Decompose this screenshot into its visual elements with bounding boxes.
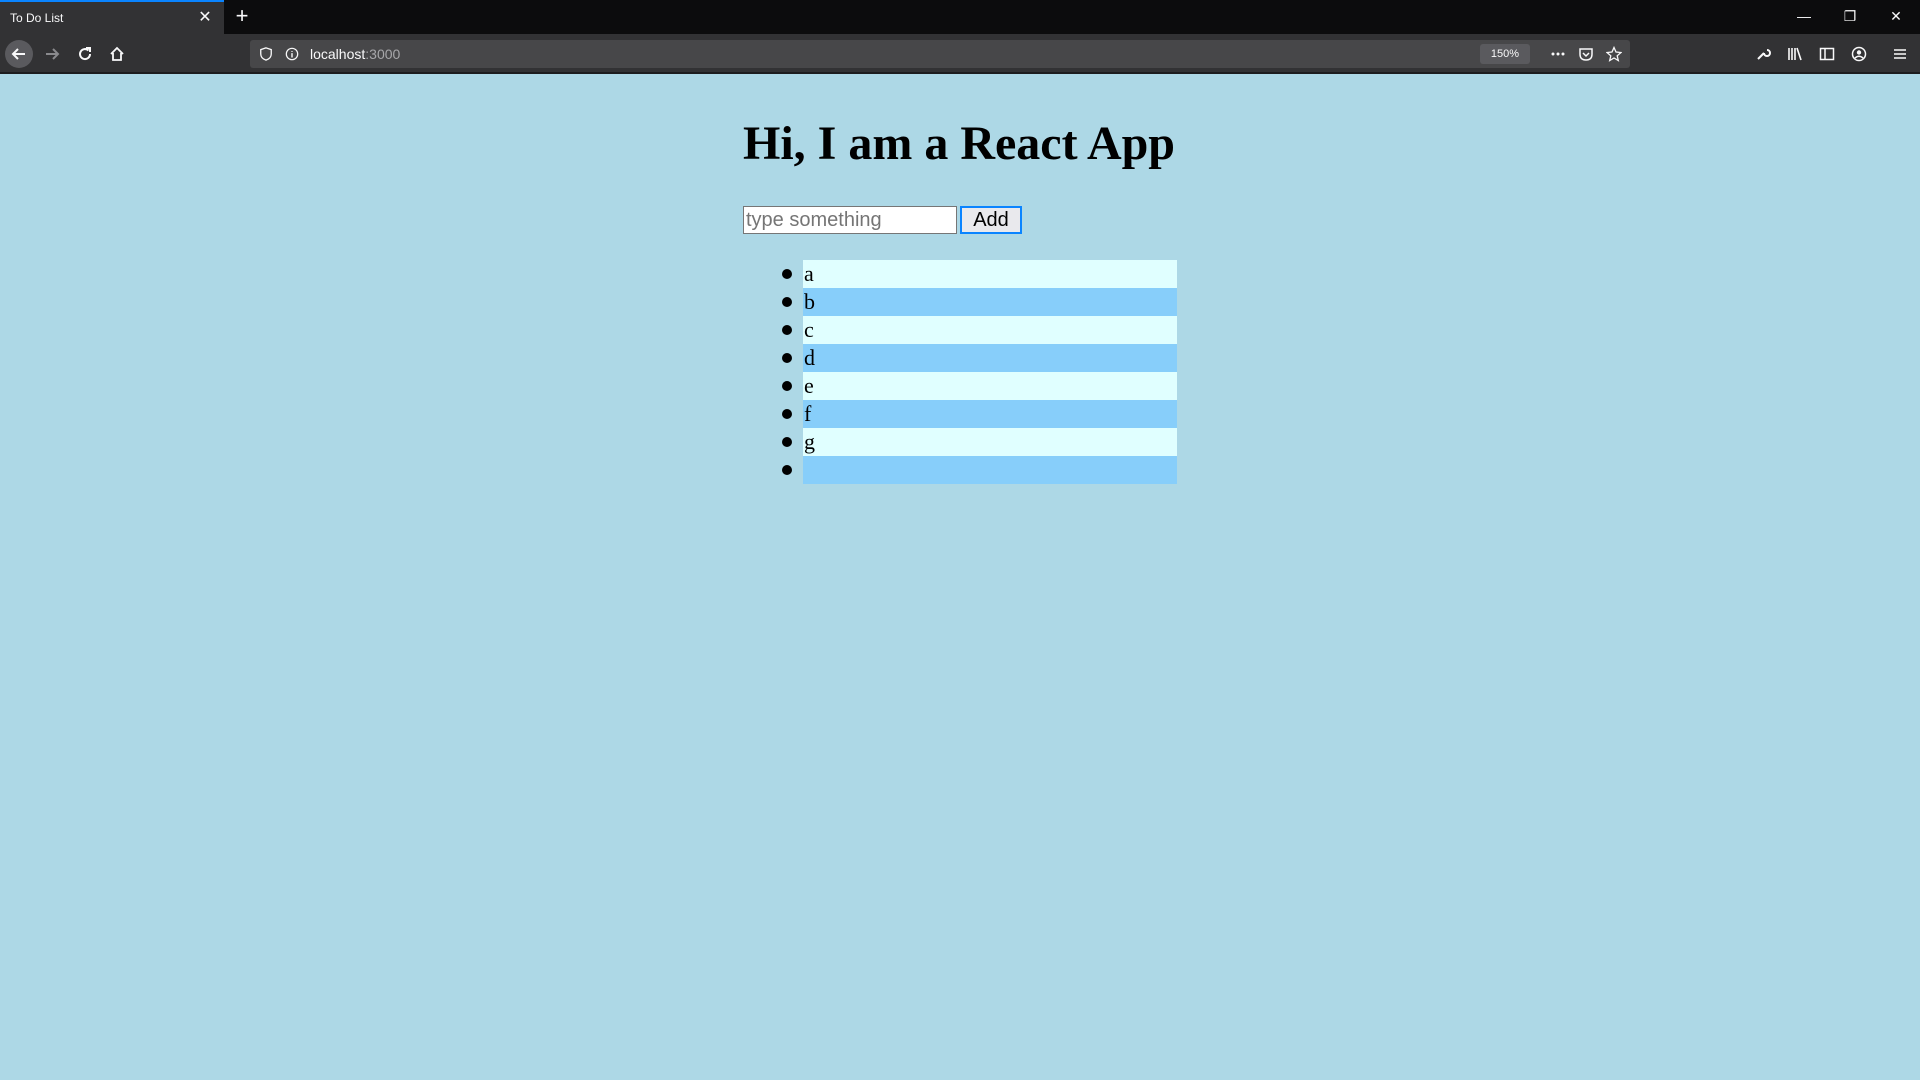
bullet-icon	[782, 353, 792, 363]
tab-title: To Do List	[10, 11, 64, 25]
reload-button[interactable]	[71, 40, 99, 68]
bullet-icon	[782, 437, 792, 447]
zoom-level-badge[interactable]: 150%	[1480, 44, 1530, 64]
window-close-icon[interactable]: ✕	[1873, 0, 1919, 32]
bullet-icon	[782, 269, 792, 279]
minimize-icon[interactable]: —	[1781, 0, 1827, 32]
todo-item[interactable]: f	[743, 400, 1178, 428]
todo-item[interactable]: a	[743, 260, 1178, 288]
bullet-icon	[782, 297, 792, 307]
pocket-icon[interactable]	[1578, 46, 1594, 62]
url-bar[interactable]: localhost:3000 150%	[250, 40, 1630, 68]
hamburger-menu-icon	[1894, 49, 1906, 59]
reload-icon	[79, 47, 92, 61]
todo-item[interactable]: b	[743, 288, 1178, 316]
url-text[interactable]: localhost:3000	[310, 46, 400, 62]
todo-item[interactable]: c	[743, 316, 1178, 344]
bullet-icon	[782, 409, 792, 419]
home-button[interactable]	[103, 40, 131, 68]
todo-item[interactable]	[743, 456, 1178, 484]
todo-item[interactable]: e	[743, 372, 1178, 400]
bookmark-star-icon[interactable]	[1606, 46, 1622, 62]
url-port: :3000	[365, 46, 401, 62]
page-viewport: Hi, I am a React App Add abcdefg	[0, 74, 1920, 1080]
todo-item[interactable]: d	[743, 344, 1178, 372]
sidebar-icon	[1819, 47, 1835, 61]
todo-item-text: a	[803, 260, 1177, 288]
info-icon[interactable]	[284, 46, 300, 62]
sidebar-button[interactable]	[1813, 40, 1841, 68]
account-button[interactable]	[1845, 40, 1873, 68]
forward-arrow-icon	[46, 48, 60, 60]
back-arrow-icon	[11, 48, 25, 60]
todo-item-text: f	[803, 400, 1177, 428]
todo-item-text: e	[803, 372, 1177, 400]
library-button[interactable]	[1781, 40, 1809, 68]
todo-list: abcdefg	[743, 260, 1178, 484]
todo-item-text: g	[803, 428, 1177, 456]
tools-button[interactable]	[1749, 40, 1777, 68]
bullet-icon	[782, 381, 792, 391]
page-title: Hi, I am a React App	[743, 117, 1175, 170]
close-tab-icon[interactable]: ✕	[196, 9, 214, 27]
page-actions-icon[interactable]	[1550, 46, 1566, 62]
todo-item[interactable]: g	[743, 428, 1178, 456]
shield-icon[interactable]	[258, 46, 274, 62]
todo-item-text: b	[803, 288, 1177, 316]
account-icon	[1851, 46, 1867, 62]
menu-button[interactable]	[1886, 40, 1914, 68]
library-icon	[1788, 47, 1802, 61]
bullet-icon	[782, 465, 792, 475]
forward-button[interactable]	[38, 40, 66, 68]
wrench-icon	[1757, 49, 1771, 60]
restore-icon[interactable]: ❐	[1827, 0, 1873, 32]
add-button[interactable]: Add	[960, 206, 1022, 234]
back-button[interactable]	[5, 40, 33, 68]
home-icon	[110, 46, 124, 61]
url-host: localhost	[310, 46, 366, 62]
bullet-icon	[782, 325, 792, 335]
todo-item-text	[803, 456, 1177, 484]
tab-todo-list[interactable]: To Do List ✕	[0, 0, 224, 34]
todo-item-text: c	[803, 316, 1177, 344]
new-tab-button[interactable]: +	[231, 5, 253, 27]
todo-item-text: d	[803, 344, 1177, 372]
tab-strip: To Do List ✕ + — ❐ ✕	[0, 0, 1920, 34]
todo-input[interactable]	[743, 206, 957, 234]
